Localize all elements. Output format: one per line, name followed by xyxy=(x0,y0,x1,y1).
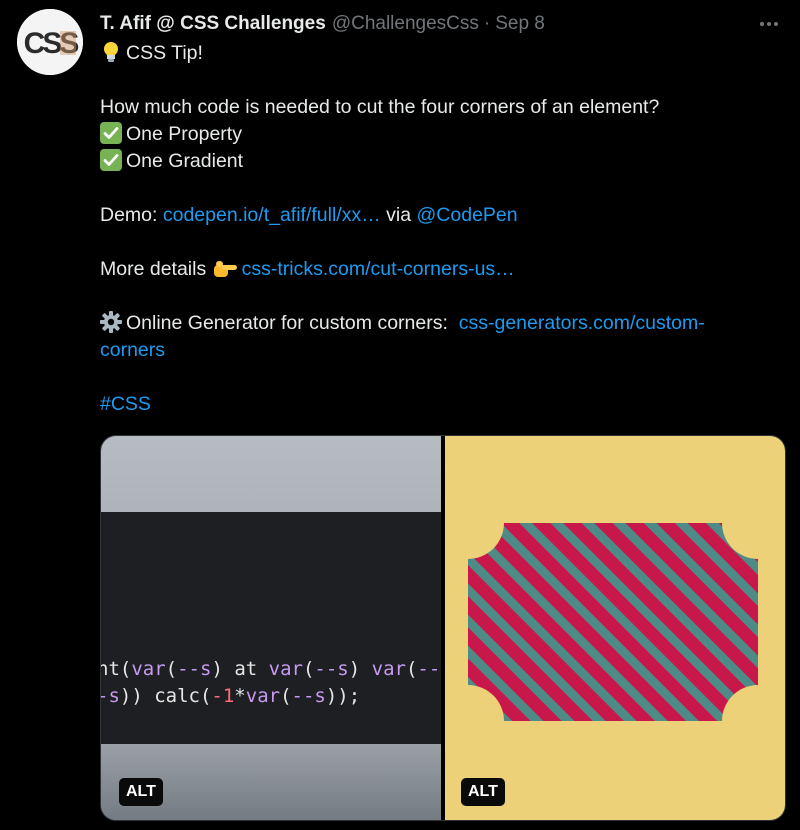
tweet-header: T. Afif @ CSS Challenges @ChallengesCss … xyxy=(100,12,740,36)
tip-line: CSS Tip! xyxy=(100,40,770,67)
more-options-button[interactable] xyxy=(756,12,782,36)
check-line-2: One Gradient xyxy=(100,148,770,175)
gear-icon xyxy=(100,311,122,333)
media-grid: nt(var(--s) at var(--s) var(--s -s)) cal… xyxy=(100,435,786,821)
check-mark-icon xyxy=(100,122,122,144)
author-name[interactable]: T. Afif @ CSS Challenges xyxy=(100,13,326,35)
hashtag-css[interactable]: #CSS xyxy=(100,391,770,418)
demo-link[interactable]: codepen.io/t_afif/full/xx… xyxy=(163,204,381,226)
demo-line: Demo: codepen.io/t_afif/full/xx… via @Co… xyxy=(100,202,770,229)
more-details-label: More details xyxy=(100,258,207,280)
tweet-date[interactable]: Sep 8 xyxy=(495,13,545,35)
code-line-1: nt(var(--s) at var(--s) var(--s xyxy=(101,658,441,680)
tip-label: CSS Tip! xyxy=(126,42,203,64)
cut-corners-image[interactable]: ALT xyxy=(445,436,785,820)
tweet[interactable]: CSS T. Afif @ CSS Challenges @Challenges… xyxy=(0,0,800,830)
alt-badge-right[interactable]: ALT xyxy=(461,778,505,806)
check-label-2: One Gradient xyxy=(126,150,244,172)
demo-label: Demo: xyxy=(100,204,158,226)
question-line: How much code is needed to cut the four … xyxy=(100,96,660,118)
generator-line: Online Generator for custom corners: css… xyxy=(100,310,760,364)
pointing-hand-icon xyxy=(213,261,237,277)
code-panel: nt(var(--s) at var(--s) var(--s -s)) cal… xyxy=(101,512,441,744)
more-icon xyxy=(760,22,764,26)
light-bulb-icon xyxy=(104,42,118,62)
more-details-link[interactable]: css-tricks.com/cut-corners-us… xyxy=(242,258,515,280)
check-mark-icon xyxy=(100,149,122,171)
via-label: via xyxy=(386,204,412,226)
tweet-text: CSS Tip! How much code is needed to cut … xyxy=(100,40,770,418)
more-details-line: More details css-tricks.com/cut-corners-… xyxy=(100,256,770,283)
generator-label: Online Generator for custom corners: xyxy=(126,312,448,334)
check-line-1: One Property xyxy=(100,121,770,148)
cut-corners-shape xyxy=(468,523,758,721)
alt-badge-left[interactable]: ALT xyxy=(119,778,163,806)
code-line-2: -s)) calc(-1*var(--s)); xyxy=(101,685,361,707)
avatar[interactable]: CSS xyxy=(17,9,83,75)
separator-dot: · xyxy=(483,13,491,34)
codepen-mention[interactable]: @CodePen xyxy=(417,204,518,226)
check-label-1: One Property xyxy=(126,123,242,145)
author-handle[interactable]: @ChallengesCss xyxy=(332,13,479,35)
code-screenshot-image[interactable]: nt(var(--s) at var(--s) var(--s -s)) cal… xyxy=(101,436,441,820)
